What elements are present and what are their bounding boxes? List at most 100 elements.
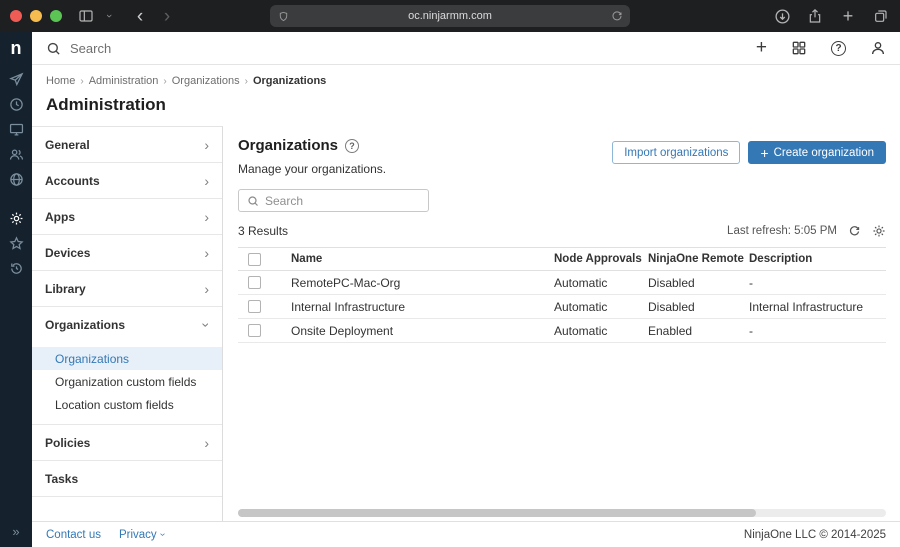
end-users-icon[interactable] <box>5 146 27 163</box>
column-header-description[interactable]: Description <box>749 253 886 265</box>
table-settings-gear-icon[interactable] <box>872 224 886 238</box>
recent-history-icon[interactable] <box>5 260 27 277</box>
column-header-node-approvals[interactable]: Node Approvals <box>554 253 648 265</box>
header-buttons: Import organizations + Create organizati… <box>612 141 886 164</box>
breadcrumb-home[interactable]: Home <box>46 75 75 87</box>
app-header: Search + ? <box>32 32 900 65</box>
table-row[interactable]: RemotePC-Mac-Org Automatic Disabled - <box>238 271 886 295</box>
share-icon[interactable] <box>806 7 824 25</box>
table-row[interactable]: Onsite Deployment Automatic Enabled - <box>238 319 886 343</box>
chevron-right-icon: › <box>204 435 209 451</box>
tab-overview-icon[interactable] <box>872 7 890 25</box>
main-subtitle: Manage your organizations. <box>238 162 386 176</box>
table-search-box[interactable] <box>238 189 429 212</box>
settings-nav-panel: General › Accounts › Apps › Devices › Li… <box>32 126 223 521</box>
subnav-item-location-custom-fields[interactable]: Location custom fields <box>32 393 222 416</box>
favorites-star-icon[interactable] <box>5 235 27 252</box>
row-checkbox[interactable] <box>248 276 261 289</box>
results-count: 3 Results <box>238 224 288 238</box>
import-organizations-button[interactable]: Import organizations <box>612 141 740 164</box>
cell-name[interactable]: Internal Infrastructure <box>291 300 554 314</box>
back-button[interactable]: ‹ <box>131 7 149 25</box>
table-search-input[interactable] <box>265 194 420 208</box>
subnav-item-organization-custom-fields[interactable]: Organization custom fields <box>32 370 222 393</box>
help-icon[interactable]: ? <box>831 41 846 56</box>
nav-item-devices[interactable]: Devices › <box>32 235 222 271</box>
nav-item-apps[interactable]: Apps › <box>32 199 222 235</box>
new-tab-plus-icon[interactable]: + <box>839 7 857 25</box>
tab-group-chevron-icon[interactable]: › <box>100 11 118 21</box>
getting-started-icon[interactable] <box>5 71 27 88</box>
nav-item-label: Library <box>45 282 86 296</box>
nav-item-organizations[interactable]: Organizations › <box>32 307 222 343</box>
plus-icon: + <box>760 146 768 160</box>
column-header-ninjaone-remote[interactable]: NinjaOne Remote <box>648 253 749 265</box>
subnav-item-organizations[interactable]: Organizations <box>32 347 222 370</box>
search-icon <box>46 41 61 56</box>
nav-item-general[interactable]: General › <box>32 127 222 163</box>
breadcrumb-separator-icon: › <box>163 76 166 87</box>
chevron-right-icon: › <box>204 173 209 189</box>
chevron-right-icon: › <box>204 209 209 225</box>
table-header-row: Name Node Approvals NinjaOne Remote Desc… <box>238 247 886 271</box>
page-head: Home › Administration › Organizations › … <box>32 65 900 126</box>
breadcrumb-separator-icon: › <box>80 76 83 87</box>
user-profile-icon[interactable] <box>870 40 886 56</box>
copyright-text: NinjaOne LLC © 2014-2025 <box>744 529 886 541</box>
nav-item-label: Devices <box>45 246 90 260</box>
info-icon[interactable]: ? <box>345 139 359 153</box>
sidebar-toggle-icon[interactable] <box>77 7 95 25</box>
contact-us-link[interactable]: Contact us <box>46 529 101 541</box>
ninjaone-logo[interactable]: n <box>0 32 32 65</box>
row-checkbox[interactable] <box>248 324 261 337</box>
scrollbar-thumb[interactable] <box>238 509 756 517</box>
horizontal-scrollbar[interactable] <box>238 509 886 517</box>
expand-rail-icon[interactable]: » <box>12 524 19 539</box>
address-bar[interactable]: oc.ninjarmm.com <box>270 5 630 27</box>
administration-gear-icon[interactable] <box>5 210 27 227</box>
row-checkbox[interactable] <box>248 300 261 313</box>
chevron-right-icon: › <box>204 281 209 297</box>
cell-name[interactable]: Onsite Deployment <box>291 324 554 338</box>
refresh-icon[interactable] <box>848 225 861 238</box>
nav-item-tasks[interactable]: Tasks <box>32 461 222 497</box>
select-all-checkbox[interactable] <box>248 253 261 266</box>
forward-button[interactable]: › <box>158 7 176 25</box>
cell-node-approvals: Automatic <box>554 324 648 338</box>
breadcrumb-organizations[interactable]: Organizations <box>172 75 240 87</box>
page-title: Administration <box>46 95 886 115</box>
cell-description: Internal Infrastructure <box>749 300 886 314</box>
fullscreen-window-button[interactable] <box>50 10 62 22</box>
breadcrumb: Home › Administration › Organizations › … <box>46 75 886 87</box>
cell-remote: Disabled <box>648 300 749 314</box>
quick-add-icon[interactable]: + <box>756 37 767 59</box>
close-window-button[interactable] <box>10 10 22 22</box>
nav-item-library[interactable]: Library › <box>32 271 222 307</box>
breadcrumb-administration[interactable]: Administration <box>89 75 159 87</box>
nav-item-accounts[interactable]: Accounts › <box>32 163 222 199</box>
remote-globe-icon[interactable] <box>5 171 27 188</box>
minimize-window-button[interactable] <box>30 10 42 22</box>
nav-item-label: Tasks <box>45 472 78 486</box>
url-text: oc.ninjarmm.com <box>408 10 492 22</box>
privacy-shield-icon[interactable] <box>278 11 289 22</box>
create-organization-label: Create organization <box>774 147 874 159</box>
app-icon-rail: n » <box>0 32 32 547</box>
browser-toolbar-right: + <box>773 7 890 25</box>
privacy-label: Privacy <box>119 529 157 541</box>
nav-item-policies[interactable]: Policies › <box>32 425 222 461</box>
table-row[interactable]: Internal Infrastructure Automatic Disabl… <box>238 295 886 319</box>
reload-icon[interactable] <box>611 10 623 22</box>
privacy-link[interactable]: Privacy › <box>119 529 164 541</box>
apps-grid-icon[interactable] <box>791 40 807 56</box>
main-header: Organizations ? Manage your organization… <box>238 137 886 176</box>
create-organization-button[interactable]: + Create organization <box>748 141 886 164</box>
cell-description: - <box>749 324 886 338</box>
global-search[interactable]: Search <box>46 41 111 56</box>
chevron-down-icon: › <box>199 323 215 328</box>
column-header-name[interactable]: Name <box>291 253 554 265</box>
downloads-icon[interactable] <box>773 7 791 25</box>
activities-clock-icon[interactable] <box>5 96 27 113</box>
cell-name[interactable]: RemotePC-Mac-Org <box>291 276 554 290</box>
devices-monitor-icon[interactable] <box>5 121 27 138</box>
